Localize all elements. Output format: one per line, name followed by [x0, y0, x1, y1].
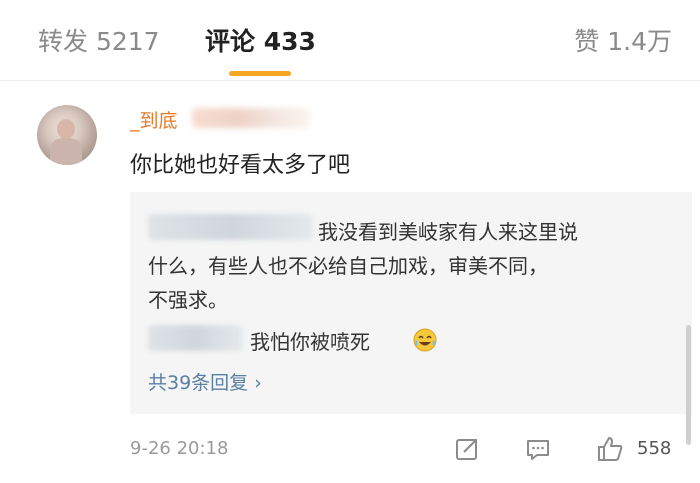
tab-comments[interactable]: 评论 433 — [205, 22, 316, 58]
share-icon[interactable] — [452, 434, 482, 464]
comment-timestamp: 9-26 20:18 — [130, 438, 229, 459]
tab-likes[interactable]: 赞 1.4万 — [574, 22, 672, 58]
tab-reposts[interactable]: 转发 5217 — [38, 22, 160, 58]
comment-text: 你比她也好看太多了吧 — [130, 153, 351, 178]
blurred-reply-username — [148, 214, 313, 240]
comment-tabs: 转发 5217 评论 433 赞 1.4万 — [0, 0, 700, 80]
second-reply-text: 我怕你被喷死 — [250, 330, 370, 354]
laughing-face-icon — [413, 328, 437, 352]
active-tab-indicator — [229, 71, 291, 76]
blurred-reply-username-2 — [148, 325, 243, 351]
reply-preview-box[interactable]: 我没看到美岐家有人来这里说 什么，有些人也不必给自己加戏，审美不同， 不强求。 … — [130, 192, 692, 414]
reply-text-line-1: 我没看到美岐家有人来这里说 — [318, 220, 578, 244]
scrollbar[interactable] — [686, 325, 691, 445]
like-count: 558 — [637, 438, 672, 459]
reply-text-line-3: 不强求。 — [148, 288, 228, 312]
comment-icon[interactable] — [523, 434, 553, 464]
view-all-replies-link[interactable]: 共39条回复 › — [148, 368, 262, 395]
reply-text-line-2: 什么，有些人也不必给自己加戏，审美不同， — [148, 254, 548, 278]
divider — [0, 80, 700, 81]
avatar[interactable] — [37, 105, 97, 165]
comment-username[interactable]: _到底 — [130, 106, 178, 133]
blurred-username — [192, 108, 310, 128]
thumbs-up-icon[interactable] — [595, 434, 625, 464]
